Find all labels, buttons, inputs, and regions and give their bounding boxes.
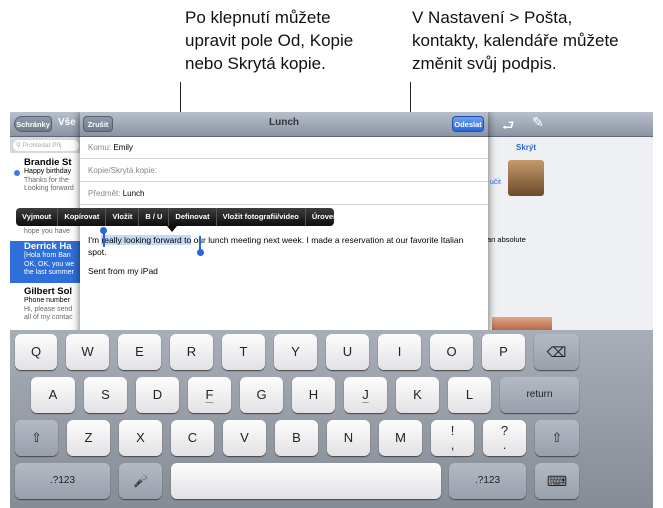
send-button[interactable]: Odeslat xyxy=(452,116,484,132)
numbers-key-left[interactable]: .?123 xyxy=(15,463,110,499)
key-z[interactable]: Z xyxy=(67,420,110,456)
key-k[interactable]: K xyxy=(396,377,439,413)
key-o[interactable]: O xyxy=(430,334,473,370)
define-button[interactable]: Definovat xyxy=(169,208,217,226)
to-field[interactable]: Komu: Emily xyxy=(80,136,488,159)
subject-field[interactable]: Předmět: Lunch xyxy=(80,182,488,205)
paste-button[interactable]: Vložit xyxy=(106,208,140,226)
return-key[interactable]: return xyxy=(500,377,579,413)
backspace-icon: ⌫ xyxy=(546,344,567,360)
hide-button[interactable]: Skrýt xyxy=(516,143,536,152)
key-u[interactable]: U xyxy=(326,334,369,370)
compose-title: Lunch xyxy=(269,117,299,128)
selection-handle-end[interactable] xyxy=(199,236,201,250)
shift-icon: ⇧ xyxy=(551,430,563,445)
unread-dot xyxy=(14,170,20,176)
key-n[interactable]: N xyxy=(327,420,370,456)
space-key[interactable] xyxy=(171,463,441,499)
key-p[interactable]: P xyxy=(482,334,525,370)
keyboard-icon: ⌨ xyxy=(546,473,568,489)
insert-photo-button[interactable]: Vložit fotografii/video xyxy=(217,208,306,226)
message-list: Brandie St Happy birthday Thanks for the… xyxy=(10,153,96,330)
hide-keyboard-key[interactable]: ⌨ xyxy=(535,463,579,499)
key-f[interactable]: F xyxy=(188,377,231,413)
key-j[interactable]: J xyxy=(344,377,387,413)
compose-icon[interactable]: ✎ xyxy=(532,114,544,131)
backspace-key[interactable]: ⌫ xyxy=(534,334,579,370)
key-exclamation-comma[interactable]: !, xyxy=(431,420,474,456)
key-y[interactable]: Y xyxy=(274,334,317,370)
format-button[interactable]: B / U xyxy=(139,208,170,226)
key-t[interactable]: T xyxy=(222,334,265,370)
ipad-screen: Schránky Vše ⚲ Prohledat Přij Brandie St… xyxy=(10,112,653,508)
cut-button[interactable]: Vyjmout xyxy=(16,208,59,226)
edit-menu: Vyjmout Kopírovat Vložit B / U Definovat… xyxy=(16,208,361,226)
key-v[interactable]: V xyxy=(223,420,266,456)
key-i[interactable]: I xyxy=(378,334,421,370)
selection-grabber-end[interactable] xyxy=(197,249,204,256)
key-a[interactable]: A xyxy=(31,377,75,413)
shift-key-left[interactable]: ⇧ xyxy=(15,420,58,456)
mailbox-navbar: Schránky Vše xyxy=(10,112,82,137)
key-x[interactable]: X xyxy=(119,420,162,456)
signature[interactable]: Sent from my iPad xyxy=(88,266,158,276)
reply-icon[interactable]: ⮐ xyxy=(502,115,515,139)
dictation-key[interactable]: 🎤 xyxy=(119,463,162,499)
key-l[interactable]: L xyxy=(448,377,491,413)
callout-right: V Nastavení > Pošta, kontakty, kalendáře… xyxy=(412,8,619,73)
key-d[interactable]: D xyxy=(136,377,179,413)
search-icon: ⚲ xyxy=(16,142,21,149)
numbers-key-right[interactable]: .?123 xyxy=(449,463,526,499)
mailboxes-back-button[interactable]: Schránky xyxy=(14,116,52,132)
key-question-period[interactable]: ?. xyxy=(483,420,526,456)
menu-pointer xyxy=(167,226,177,232)
key-h[interactable]: H xyxy=(292,377,335,413)
shift-icon: ⇧ xyxy=(31,430,42,445)
selection-grabber-start[interactable] xyxy=(100,227,107,234)
key-m[interactable]: M xyxy=(379,420,422,456)
key-b[interactable]: B xyxy=(275,420,318,456)
microphone-icon: 🎤 xyxy=(133,474,148,488)
photo-thumbnail xyxy=(492,317,552,330)
selected-text[interactable]: really looking forward to xyxy=(101,235,192,245)
compose-navbar: Zrušit Lunch Odeslat xyxy=(80,112,488,137)
cc-bcc-field[interactable]: Kopie/Skrytá kopie: xyxy=(80,159,488,182)
key-q[interactable]: Q xyxy=(15,334,57,370)
search-input[interactable]: ⚲ Prohledat Přij xyxy=(13,140,79,151)
key-g[interactable]: G xyxy=(240,377,283,413)
compose-sheet: Zrušit Lunch Odeslat Komu: Emily Kopie/S… xyxy=(16,112,488,342)
message-body[interactable]: I'm really looking forward to our lunch … xyxy=(88,234,468,258)
copy-button[interactable]: Kopírovat xyxy=(58,208,107,226)
key-e[interactable]: E xyxy=(118,334,161,370)
key-s[interactable]: S xyxy=(84,377,127,413)
callout-left: Po klepnutí můžete upravit pole Od, Kopi… xyxy=(185,8,354,73)
body-snippet: an absolute xyxy=(487,235,526,244)
partial-link: učit xyxy=(490,179,501,186)
key-c[interactable]: C xyxy=(171,420,214,456)
key-r[interactable]: R xyxy=(170,334,213,370)
key-w[interactable]: W xyxy=(66,334,109,370)
quote-level-button[interactable]: Úroveň citace xyxy=(306,208,367,226)
mailbox-title: Vše xyxy=(58,117,76,128)
avatar xyxy=(508,160,544,196)
keyboard: Q W E R T Y U I O P ⌫ A S D F G H J K L … xyxy=(10,330,653,508)
search-bar: ⚲ Prohledat Přij xyxy=(10,137,82,153)
shift-key-right[interactable]: ⇧ xyxy=(535,420,579,456)
